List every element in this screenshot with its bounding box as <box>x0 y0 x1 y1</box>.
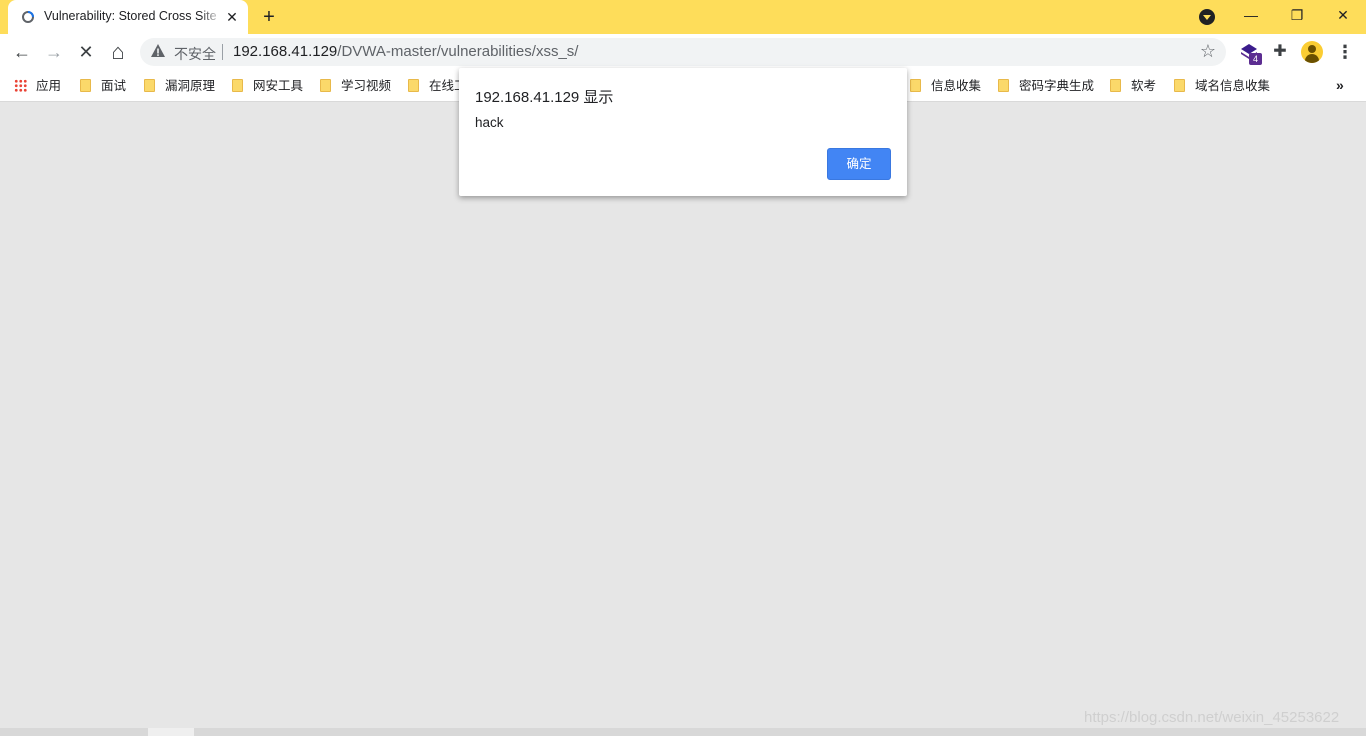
bookmark-folder[interactable]: 信息收集 <box>910 77 981 95</box>
apps-grid-icon <box>14 79 27 92</box>
bookmark-label: 网安工具 <box>253 79 304 93</box>
bookmark-label: 密码字典生成 <box>1019 79 1095 93</box>
alert-dialog: 192.168.41.129 显示 hack 确定 <box>459 68 907 196</box>
minimize-button[interactable]: — <box>1228 0 1274 30</box>
bookmark-apps[interactable]: 应用 <box>14 77 61 95</box>
bookmark-label: 应用 <box>36 79 62 93</box>
folder-icon <box>320 79 331 92</box>
bookmark-label: 信息收集 <box>931 79 982 93</box>
back-icon[interactable]: ← <box>10 40 34 64</box>
scrollbar-thumb[interactable] <box>148 728 194 736</box>
folder-icon <box>80 79 91 92</box>
warning-icon[interactable] <box>150 43 166 59</box>
more-bookmarks-icon[interactable]: » <box>1336 77 1344 93</box>
watermark: https://blog.csdn.net/weixin_45253622 <box>1084 709 1340 726</box>
url-path: /DVWA-master/vulnerabilities/xss_s/ <box>337 43 579 60</box>
folder-icon <box>1174 79 1185 92</box>
bookmark-label: 学习视频 <box>341 79 392 93</box>
url-host: 192.168.41.129 <box>233 43 338 60</box>
bookmark-folder[interactable]: 面试 <box>80 77 126 95</box>
folder-icon <box>1110 79 1121 92</box>
dialog-title: 192.168.41.129 显示 <box>475 89 614 106</box>
stop-loading-icon[interactable]: ✕ <box>74 40 98 64</box>
active-tab[interactable]: Vulnerability: Stored Cross Site Scripti… <box>8 0 248 34</box>
profile-avatar[interactable] <box>1301 41 1323 63</box>
dialog-message: hack <box>475 115 504 130</box>
folder-icon <box>910 79 921 92</box>
close-window-button[interactable]: ✕ <box>1320 0 1366 30</box>
bookmark-star-icon[interactable]: ☆ <box>1198 41 1218 61</box>
folder-icon <box>998 79 1009 92</box>
tab-close-icon[interactable]: ✕ <box>224 9 240 25</box>
loading-icon <box>22 11 34 23</box>
extension-badge: 4 <box>1249 53 1262 65</box>
folder-icon <box>144 79 155 92</box>
url-text[interactable]: 192.168.41.129/DVWA-master/vulnerabiliti… <box>233 43 578 60</box>
extensions-puzzle-icon[interactable]: ✚ <box>1271 43 1289 61</box>
folder-icon <box>232 79 243 92</box>
browser-menu-icon[interactable]: ⋮ <box>1336 43 1354 61</box>
bookmark-label: 漏洞原理 <box>165 79 216 93</box>
bookmark-label: 面试 <box>101 79 127 93</box>
restore-button[interactable]: ❐ <box>1274 0 1320 30</box>
security-status[interactable]: 不安全 <box>174 44 216 64</box>
new-tab-button[interactable]: + <box>259 7 279 27</box>
forward-icon[interactable]: → <box>42 40 66 64</box>
tab-title: Vulnerability: Stored Cross Site Scripti… <box>44 9 220 23</box>
ok-button[interactable]: 确定 <box>827 148 891 180</box>
tab-strip: Vulnerability: Stored Cross Site Scripti… <box>0 0 1366 34</box>
omnibox-divider <box>222 44 223 60</box>
tab-search-icon[interactable] <box>1199 9 1215 25</box>
bookmark-folder[interactable]: 在线工 <box>408 77 467 95</box>
home-icon[interactable]: ⌂ <box>106 40 130 64</box>
tab-title-fade <box>200 6 222 28</box>
bookmark-folder[interactable]: 漏洞原理 <box>144 77 215 95</box>
horizontal-scrollbar[interactable] <box>0 728 1366 736</box>
page-content <box>0 103 1366 728</box>
bookmark-folder[interactable]: 域名信息收集 <box>1174 77 1270 95</box>
bookmark-label: 软考 <box>1131 79 1157 93</box>
bookmark-folder[interactable]: 学习视频 <box>320 77 391 95</box>
bookmark-folder[interactable]: 软考 <box>1110 77 1156 95</box>
bookmark-folder[interactable]: 密码字典生成 <box>998 77 1094 95</box>
bookmark-label: 域名信息收集 <box>1195 79 1271 93</box>
folder-icon <box>408 79 419 92</box>
bookmark-folder[interactable]: 网安工具 <box>232 77 303 95</box>
